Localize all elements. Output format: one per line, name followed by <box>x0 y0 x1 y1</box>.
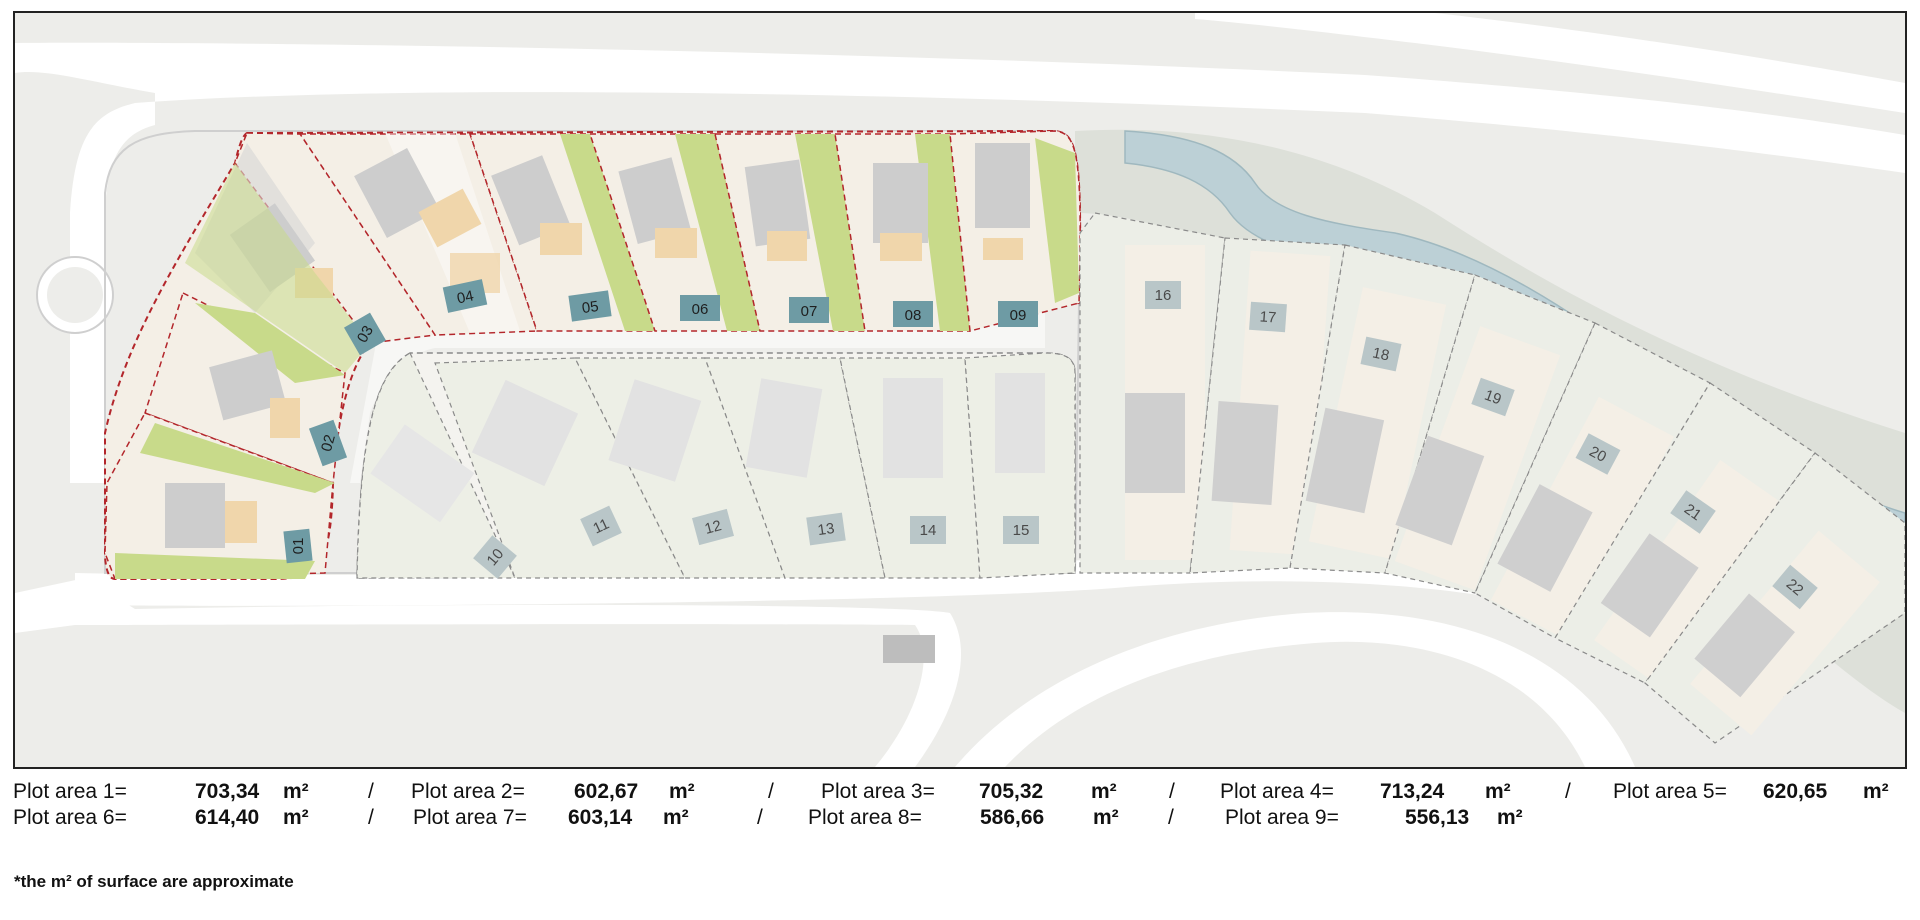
site-plan-svg: 01 02 03 04 05 06 07 08 09 10 11 12 13 1… <box>15 13 1905 767</box>
svg-text:15: 15 <box>1013 522 1030 539</box>
legend-unit: m² <box>663 806 689 829</box>
legend-value: 603,14 <box>568 806 633 829</box>
legend-unit: m² <box>1091 780 1117 803</box>
legend-label: Plot area 7= <box>413 806 527 829</box>
svg-text:08: 08 <box>905 307 922 324</box>
legend-separator: / <box>1565 780 1571 803</box>
legend-label: Plot area 8= <box>808 806 922 829</box>
legend-separator: / <box>757 806 763 829</box>
legend-separator: / <box>1168 806 1174 829</box>
utility-kiosk <box>883 635 935 663</box>
roundabout-center <box>47 267 103 323</box>
legend-label: Plot area 3= <box>821 780 935 803</box>
svg-text:16: 16 <box>1155 287 1172 304</box>
svg-text:01: 01 <box>290 538 307 555</box>
plot-label-14: 14 <box>910 516 946 544</box>
plot-label-06: 06 <box>680 295 720 321</box>
plot-label-07: 07 <box>789 297 829 323</box>
plot-label-05: 05 <box>568 290 612 322</box>
footnote: *the m² of surface are approximate <box>14 872 294 891</box>
svg-text:17: 17 <box>1259 308 1277 326</box>
site-plan-map: 01 02 03 04 05 06 07 08 09 10 11 12 13 1… <box>13 11 1907 769</box>
legend-unit: m² <box>1093 806 1119 829</box>
grey-plots-row-a <box>356 352 1076 579</box>
legend-unit: m² <box>1485 780 1511 803</box>
svg-text:14: 14 <box>920 522 937 539</box>
plot-label-17: 17 <box>1249 301 1287 333</box>
legend-label: Plot area 6= <box>13 806 127 829</box>
plot-label-09: 09 <box>998 301 1038 327</box>
svg-text:07: 07 <box>801 303 818 320</box>
svg-text:13: 13 <box>817 520 836 539</box>
legend-value: 586,66 <box>980 806 1045 829</box>
plot-label-13: 13 <box>806 512 846 546</box>
legend-value: 614,40 <box>195 806 260 829</box>
svg-text:05: 05 <box>581 298 600 317</box>
legend-value: 713,24 <box>1380 780 1445 803</box>
legend-unit: m² <box>1863 780 1889 803</box>
svg-text:18: 18 <box>1371 344 1391 364</box>
legend-row-1: Plot area 1= 703,34 m² / Plot area 2= 60… <box>13 780 1907 806</box>
plot-area-legend: Plot area 1= 703,34 m² / Plot area 2= 60… <box>13 780 1907 836</box>
plot-label-15: 15 <box>1003 516 1039 544</box>
legend-label: Plot area 2= <box>411 780 525 803</box>
legend-value: 556,13 <box>1405 806 1470 829</box>
legend-unit: m² <box>1497 806 1523 829</box>
legend-separator: / <box>368 780 374 803</box>
legend-value: 620,65 <box>1763 780 1828 803</box>
plot-label-01: 01 <box>283 528 313 564</box>
legend-value: 703,34 <box>195 780 260 803</box>
legend-separator: / <box>1169 780 1175 803</box>
legend-unit: m² <box>283 806 309 829</box>
legend-label: Plot area 4= <box>1220 780 1334 803</box>
svg-text:04: 04 <box>455 287 475 307</box>
svg-text:06: 06 <box>692 301 709 318</box>
legend-separator: / <box>768 780 774 803</box>
legend-row-2: Plot area 6= 614,40 m² / Plot area 7= 60… <box>13 806 1907 832</box>
plot-label-16: 16 <box>1145 281 1181 309</box>
legend-separator: / <box>368 806 374 829</box>
legend-value: 705,32 <box>979 780 1044 803</box>
svg-text:09: 09 <box>1010 307 1027 324</box>
legend-unit: m² <box>669 780 695 803</box>
legend-label: Plot area 9= <box>1225 806 1339 829</box>
legend-label: Plot area 5= <box>1613 780 1727 803</box>
plot-label-08: 08 <box>893 301 933 327</box>
legend-label: Plot area 1= <box>13 780 127 803</box>
legend-value: 602,67 <box>574 780 639 803</box>
plot-15[interactable] <box>964 352 1076 579</box>
legend-unit: m² <box>283 780 309 803</box>
